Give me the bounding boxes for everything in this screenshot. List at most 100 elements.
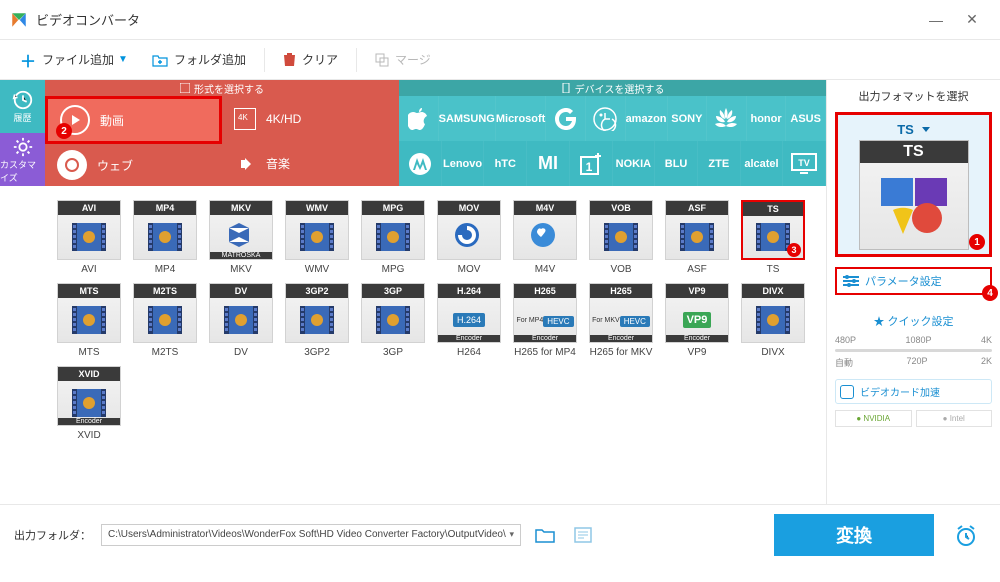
output-preview-thumb: TS [859,140,969,250]
brand-google[interactable] [546,96,586,141]
format-h265-for-mkv[interactable]: H265For MKVHEVCEncoderH265 for MKV [587,283,655,358]
brand-samsung[interactable]: SAMSUNG [439,96,496,141]
select-format-header: 形式を選択する [45,80,399,96]
format-mp4[interactable]: MP4MP4 [131,200,199,275]
convert-button[interactable]: 変換 [774,514,934,556]
gpu-vendors: ● NVIDIA● Intel [835,410,992,427]
trash-icon [283,52,296,67]
brand-amazon[interactable]: amazon [626,96,668,141]
brand-sony[interactable]: SONY [668,96,708,141]
merge-button[interactable]: マージ [363,45,443,74]
close-button[interactable]: ✕ [954,7,990,33]
slider-track[interactable] [835,349,992,352]
brand-huawei[interactable] [707,96,747,141]
output-panel: 出力フォマットを選択 TS TS 1 パラメータ設定 4 クイック設定 480P… [826,80,1000,504]
slider-marks-bottom: 自動720P2K [835,356,992,369]
format-ts[interactable]: TS3TS [739,200,807,275]
add-file-button[interactable]: ＋ ファイル追加 ▼ [8,42,140,78]
brand-xiaomi[interactable]: MI [527,141,570,186]
brand-tv[interactable]: TV [783,141,826,186]
gear-icon [12,136,34,158]
main-area: 履歴 カスタマイズ 形式を選択する デバイスを選択する 動画 2 [0,80,1000,504]
4k-icon [234,108,256,130]
brand-asus[interactable]: ASUS [786,96,826,141]
brand-lenovo[interactable]: Lenovo [442,141,485,186]
format-subtype-tabs: 4K/HD 音楽 [222,96,399,186]
app-logo-icon [10,11,28,29]
history-tab[interactable]: 履歴 [0,80,45,133]
video-tab[interactable]: 動画 2 [45,96,222,144]
select-device-header: デバイスを選択する [399,80,826,96]
customize-label: カスタマイズ [0,158,45,184]
add-file-dropdown-icon[interactable]: ▼ [118,54,128,65]
hd4k-tab[interactable]: 4K/HD [222,96,399,141]
browse-folder-button[interactable] [531,524,559,546]
brand-motorola[interactable] [399,141,442,186]
sliders-icon [843,275,859,287]
parameter-settings-button[interactable]: パラメータ設定 4 [835,267,992,295]
brand-zte[interactable]: ZTE [698,141,741,186]
slider-marks-top: 480P1080P4K [835,335,992,345]
music-tab[interactable]: 音楽 [222,141,399,186]
add-folder-label: フォルダ追加 [174,51,246,68]
format-vob[interactable]: VOBVOB [587,200,655,275]
add-file-label: ファイル追加 [42,51,114,68]
svg-text:TV: TV [798,158,810,168]
web-tab[interactable]: ウェブ [45,144,222,186]
format-mpg[interactable]: MPGMPG [359,200,427,275]
vendor-intel: ● Intel [916,410,993,427]
web-tab-label: ウェブ [97,157,133,174]
callout-1: 1 [969,234,985,250]
brand-microsoft[interactable]: Microsoft [496,96,547,141]
format-3gp[interactable]: 3GP3GP [359,283,427,358]
format-h265-for-mp4[interactable]: H265For MP4HEVCEncoderH265 for MP4 [511,283,579,358]
brand-nokia[interactable]: NOKIA [613,141,656,186]
format-h264[interactable]: H.264H.264EncoderH264 [435,283,503,358]
clear-button[interactable]: クリア [271,45,350,74]
brand-htc[interactable]: hTC [484,141,527,186]
history-icon [12,89,34,111]
format-mkv[interactable]: MKVMATROSKAMKV [207,200,275,275]
schedule-button[interactable] [946,514,986,556]
music-label: 音楽 [266,155,290,172]
brand-oneplus[interactable]: 1 [570,141,613,186]
device-icon [561,83,571,93]
device-brands: SAMSUNGMicrosoft amazonSONY honorASUS Leno… [399,96,826,186]
format-mov[interactable]: MOVMOV [435,200,503,275]
format-dv[interactable]: DVDV [207,283,275,358]
format-m4v[interactable]: M4VM4V [511,200,579,275]
format-mts[interactable]: MTSMTS [55,283,123,358]
format-m2ts[interactable]: M2TSM2TS [131,283,199,358]
gpu-accel-toggle[interactable]: ビデオカード加速 [835,379,992,404]
history-label: 履歴 [13,111,31,124]
format-asf[interactable]: ASFASF [663,200,731,275]
format-vp9[interactable]: VP9VP9EncoderVP9 [663,283,731,358]
format-divx[interactable]: DIVXDIVX [739,283,807,358]
format-3gp2[interactable]: 3GP23GP2 [283,283,351,358]
minimize-button[interactable]: — [918,7,954,33]
customize-tab[interactable]: カスタマイズ [0,133,45,186]
output-format-dropdown[interactable]: TS [842,119,985,140]
toggle-icon [840,385,854,399]
output-preview[interactable]: TS TS 1 [835,112,992,257]
open-folder-button[interactable] [569,524,597,546]
brand-honor[interactable]: honor [747,96,787,141]
output-folder-path[interactable]: C:\Users\Administrator\Videos\WonderFox … [101,524,521,546]
callout-4: 4 [982,285,998,301]
sidebar-rail: 履歴 カスタマイズ [0,80,45,504]
brand-apple[interactable] [399,96,439,141]
quality-slider[interactable]: 480P1080P4K 自動720P2K [835,335,992,369]
format-wmv[interactable]: WMVWMV [283,200,351,275]
output-folder-label: 出力フォルダ： [14,527,91,543]
vendor-nvidia: ● NVIDIA [835,410,912,427]
brand-row-1: SAMSUNGMicrosoft amazonSONY honorASUS [399,96,826,141]
merge-label: マージ [395,51,431,68]
brand-lg[interactable] [586,96,626,141]
format-xvid[interactable]: XVIDEncoderXVID [55,366,123,441]
add-folder-button[interactable]: フォルダ追加 [140,45,258,74]
formats-panel: AVIAVIMP4MP4MKVMATROSKAMKVWMVWMVMPGMPGMO… [45,186,826,504]
format-avi[interactable]: AVIAVI [55,200,123,275]
brand-alcatel[interactable]: alcatel [741,141,784,186]
brand-blu[interactable]: BLU [655,141,698,186]
brand-row-2: LenovohTCMI1NOKIABLUZTEalcatel TV [399,141,826,186]
